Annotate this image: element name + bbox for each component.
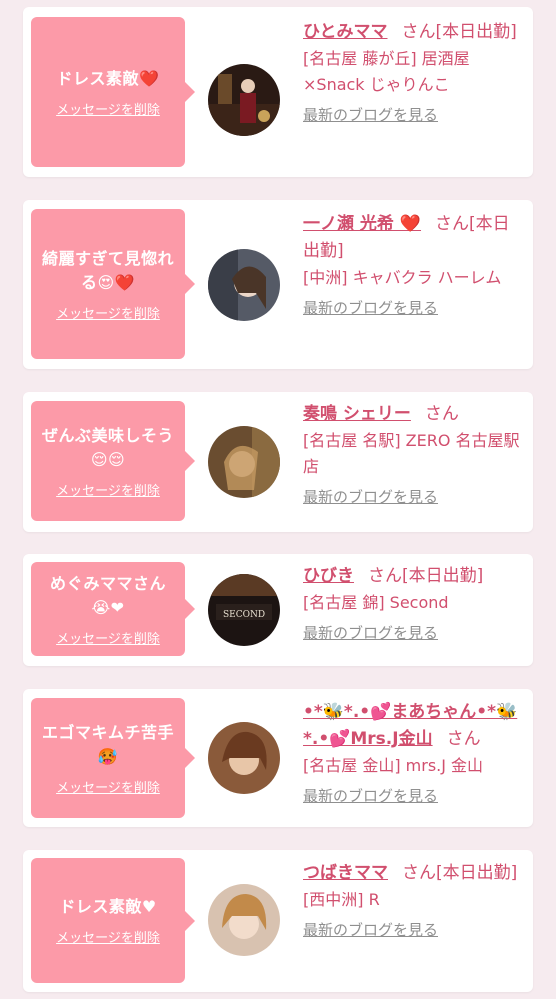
latest-blog-link[interactable]: 最新のブログを見る [303, 297, 438, 318]
status-text: [本日出勤] [435, 22, 517, 42]
delete-message-link[interactable]: メッセージを削除 [56, 927, 160, 946]
status-text: [本日出勤] [436, 863, 518, 883]
honorific: さん [424, 404, 459, 424]
message-card: めぐみママさん😭❤ メッセージを削除 SECOND ひびき さん[本日出勤] [名… [23, 554, 533, 666]
message-card: エゴマキムチ苦手🥵 メッセージを削除 •*🐝*.•💕まあちゃん•*🐝*.•💕Mr… [23, 689, 533, 827]
honorific: さん [401, 22, 436, 42]
shop-text: [名古屋 錦] Second [303, 593, 449, 612]
message-bubble: 綺麗すぎて見惚れる😍❤️ メッセージを削除 [31, 209, 185, 359]
honorific: さん [446, 729, 481, 749]
latest-blog-link[interactable]: 最新のブログを見る [303, 785, 438, 806]
shop-text: [名古屋 名駅] ZERO 名古屋駅店 [303, 431, 520, 476]
cast-avatar[interactable] [208, 722, 280, 794]
message-bubble: めぐみママさん😭❤ メッセージを削除 [31, 562, 185, 656]
message-bubble: ぜんぶ美味しそう😌😌 メッセージを削除 [31, 401, 185, 521]
svg-text:SECOND: SECOND [223, 610, 265, 620]
message-text: ドレス素敵♥ [59, 897, 157, 916]
delete-message-link[interactable]: メッセージを削除 [56, 303, 160, 322]
honorific: さん [435, 214, 470, 234]
message-text: 綺麗すぎて見惚れる😍❤️ [41, 248, 174, 292]
latest-blog-link[interactable]: 最新のブログを見る [303, 486, 438, 507]
honorific: さん [368, 566, 402, 586]
shop-text: [名古屋 金山] mrs.J 金山 [303, 756, 484, 775]
latest-blog-link[interactable]: 最新のブログを見る [303, 104, 438, 125]
message-card: ぜんぶ美味しそう😌😌 メッセージを削除 奏鳴 シェリー さん [名古屋 名駅] Z… [23, 392, 533, 532]
latest-blog-link[interactable]: 最新のブログを見る [303, 622, 438, 643]
message-text: めぐみママさん😭❤ [50, 573, 166, 617]
shop-text: [西中洲] R [303, 890, 380, 909]
shop-text: [名古屋 藤が丘] 居酒屋×Snack じゃりんこ [303, 49, 470, 94]
message-text: ドレス素敵❤️ [56, 68, 160, 88]
cast-avatar[interactable]: SECOND [208, 574, 280, 646]
message-bubble: エゴマキムチ苦手🥵 メッセージを削除 [31, 698, 185, 818]
cast-name-link[interactable]: •*🐝*.•💕まあちゃん•*🐝*.•💕Mrs.J金山 [303, 702, 517, 749]
message-card: ドレス素敵♥ メッセージを削除 つばきママ さん[本日出勤] [西中洲] R 最新… [23, 850, 533, 992]
delete-message-link[interactable]: メッセージを削除 [56, 777, 160, 796]
cast-avatar[interactable] [208, 64, 280, 136]
cast-name-link[interactable]: ひびき [303, 566, 354, 586]
message-bubble: ドレス素敵❤️ メッセージを削除 [31, 17, 185, 167]
cast-name-link[interactable]: ひとみママ [303, 22, 388, 42]
cast-avatar[interactable] [208, 884, 280, 956]
delete-message-link[interactable]: メッセージを削除 [56, 628, 160, 647]
delete-message-link[interactable]: メッセージを削除 [56, 99, 160, 118]
message-text: エゴマキムチ苦手🥵 [41, 722, 174, 766]
cast-name-link[interactable]: 奏鳴 シェリー [303, 404, 411, 424]
message-card: ドレス素敵❤️ メッセージを削除 ひとみママ さん[本日出勤] [名古屋 藤が丘]… [23, 7, 533, 177]
message-bubble: ドレス素敵♥ メッセージを削除 [31, 858, 185, 983]
delete-message-link[interactable]: メッセージを削除 [56, 480, 160, 499]
favorites-message-list: ドレス素敵❤️ メッセージを削除 ひとみママ さん[本日出勤] [名古屋 藤が丘]… [0, 0, 556, 999]
status-text: [本日出勤] [402, 566, 484, 586]
cast-name-link[interactable]: つばきママ [303, 863, 388, 883]
message-card: 綺麗すぎて見惚れる😍❤️ メッセージを削除 一ノ瀬 光希 ❤️ さん[本日出勤] … [23, 200, 533, 369]
cast-avatar[interactable] [208, 249, 280, 321]
cast-avatar[interactable] [208, 426, 280, 498]
shop-text: [中洲] キャバクラ ハーレム [303, 268, 502, 287]
cast-name-link[interactable]: 一ノ瀬 光希 ❤️ [303, 214, 421, 234]
latest-blog-link[interactable]: 最新のブログを見る [303, 919, 438, 940]
message-text: ぜんぶ美味しそう😌😌 [41, 425, 174, 469]
honorific: さん [402, 863, 436, 883]
